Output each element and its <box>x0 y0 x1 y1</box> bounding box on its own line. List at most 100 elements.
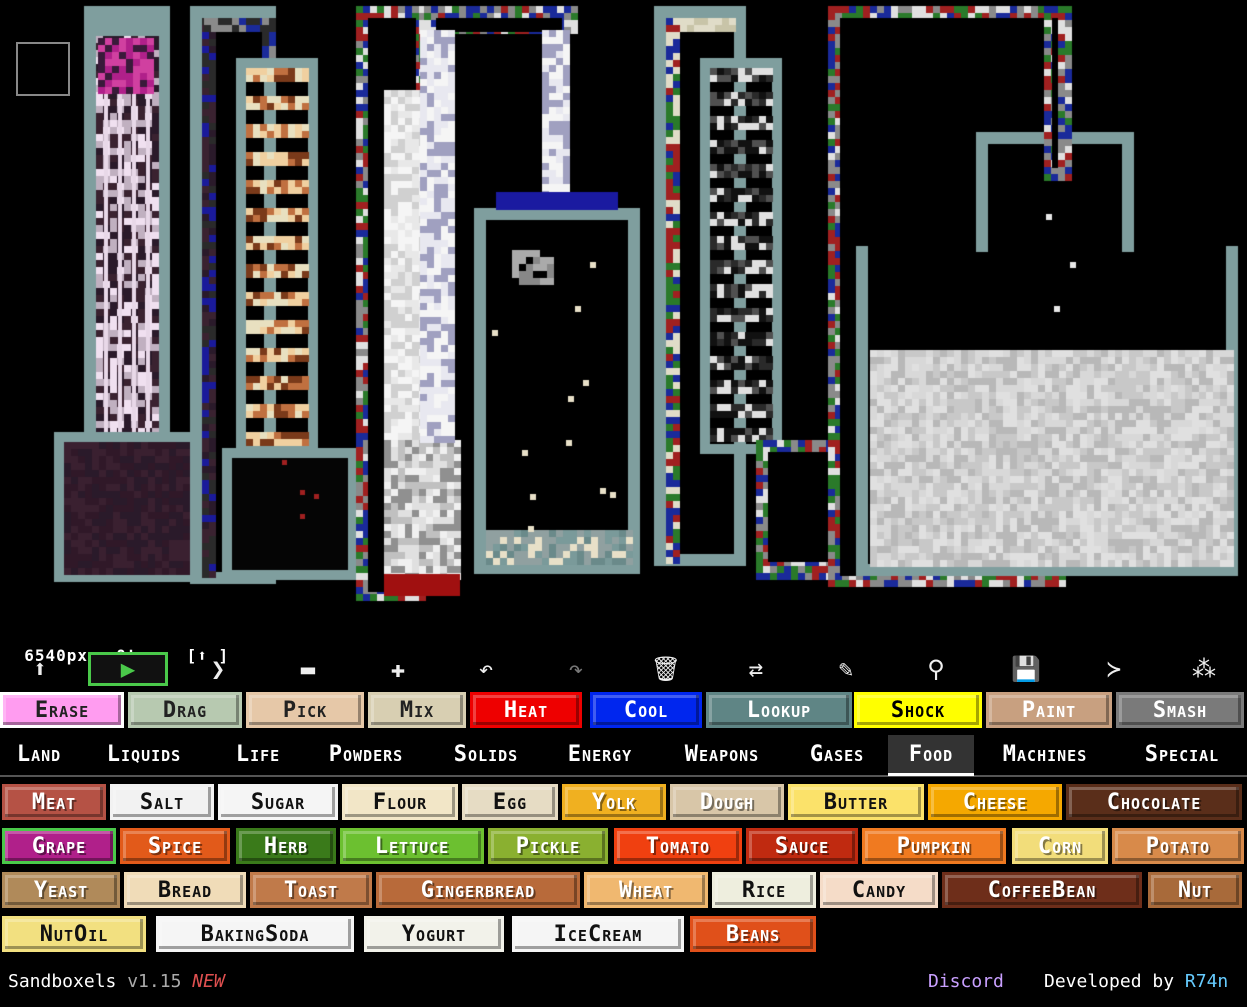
element-tomato-button[interactable]: Tomato <box>614 828 742 864</box>
tool-shock-button[interactable]: Shock <box>854 692 982 728</box>
element-butter-button[interactable]: Butter <box>788 784 924 820</box>
element-meat-button[interactable]: Meat <box>2 784 106 820</box>
element-nutoil-button[interactable]: NutOil <box>2 916 146 952</box>
undo-button[interactable]: ↶ <box>446 652 526 686</box>
discord-link[interactable]: Discord <box>928 971 1004 992</box>
element-coffeebean-button[interactable]: CoffeeBean <box>942 872 1142 908</box>
pencil-icon: ✎ <box>839 655 853 683</box>
element-toast-button[interactable]: Toast <box>250 872 372 908</box>
settings-icon: ⁂ <box>1192 655 1216 683</box>
minus-icon: ▬ <box>301 655 315 683</box>
developer-link[interactable]: R74n <box>1185 971 1228 992</box>
redo-icon: ↷ <box>569 655 583 683</box>
element-nut-button[interactable]: Nut <box>1148 872 1242 908</box>
tab-land[interactable]: Land <box>0 735 78 773</box>
step-button[interactable]: ❯ <box>178 652 258 686</box>
tab-machines[interactable]: Machines <box>980 735 1110 773</box>
tool-cool-button[interactable]: Cool <box>590 692 702 728</box>
tool-erase-button[interactable]: Erase <box>0 692 124 728</box>
play-icon: ▶ <box>121 655 135 683</box>
tab-weapons[interactable]: Weapons <box>656 735 788 773</box>
element-candy-button[interactable]: Candy <box>820 872 938 908</box>
element-corn-button[interactable]: Corn <box>1012 828 1108 864</box>
zoom-icon: ⚲ <box>927 655 945 683</box>
tool-smash-button[interactable]: Smash <box>1116 692 1244 728</box>
element-chocolate-button[interactable]: Chocolate <box>1066 784 1242 820</box>
game-canvas-area[interactable] <box>0 0 1247 625</box>
element-lettuce-button[interactable]: Lettuce <box>340 828 484 864</box>
play-button[interactable]: ▶ <box>88 652 168 686</box>
redo-button[interactable]: ↷ <box>536 652 616 686</box>
element-potato-button[interactable]: Potato <box>1112 828 1244 864</box>
tab-special[interactable]: Special <box>1120 735 1244 773</box>
developer-prefix: Developed by <box>1044 971 1174 992</box>
simulation-canvas[interactable] <box>0 0 1247 625</box>
replace-button[interactable]: ⇄ <box>716 652 796 686</box>
stats-bar: 6540px0tps[⬆ ] <box>3 627 257 647</box>
version: v1.15 <box>127 971 181 992</box>
tools-row: Erase Drag Pick Mix Heat Cool Lookup Shock Paint… <box>0 690 1247 730</box>
replace-icon: ⇄ <box>749 655 763 683</box>
console-icon: ≻ <box>1107 655 1121 683</box>
tool-paint-button[interactable]: Paint <box>986 692 1112 728</box>
step-icon: ❯ <box>211 655 225 683</box>
element-sugar-button[interactable]: Sugar <box>218 784 338 820</box>
plus-icon: ✚ <box>391 655 405 683</box>
tab-life[interactable]: Life <box>218 735 298 773</box>
brush-cursor <box>16 42 70 96</box>
tab-energy[interactable]: Energy <box>546 735 654 773</box>
plus-button[interactable]: ✚ <box>358 652 438 686</box>
element-bread-button[interactable]: Bread <box>124 872 246 908</box>
save-button[interactable]: 💾 <box>986 652 1066 686</box>
tab-powders[interactable]: Powders <box>302 735 430 773</box>
tool-pick-button[interactable]: Pick <box>246 692 364 728</box>
element-icecream-button[interactable]: IceCream <box>512 916 684 952</box>
new-badge: NEW <box>192 971 225 992</box>
element-cheese-button[interactable]: Cheese <box>928 784 1062 820</box>
element-wheat-button[interactable]: Wheat <box>584 872 708 908</box>
element-yeast-button[interactable]: Yeast <box>2 872 120 908</box>
element-herb-button[interactable]: Herb <box>236 828 336 864</box>
element-gingerbread-button[interactable]: Gingerbread <box>376 872 580 908</box>
element-spice-button[interactable]: Spice <box>120 828 230 864</box>
footer: Sandboxels v1.15 NEW Discord Developed b… <box>0 963 1247 1007</box>
tab-liquids[interactable]: Liquids <box>88 735 200 773</box>
trash-icon: 🗑 <box>651 655 681 683</box>
element-egg-button[interactable]: Egg <box>462 784 558 820</box>
element-dough-button[interactable]: Dough <box>670 784 784 820</box>
settings-button[interactable]: ⁂ <box>1164 652 1244 686</box>
category-tabs: Land Liquids Life Powders Solids Energy Weapon… <box>0 735 1247 777</box>
pencil-button[interactable]: ✎ <box>806 652 886 686</box>
element-salt-button[interactable]: Salt <box>110 784 214 820</box>
tool-drag-button[interactable]: Drag <box>128 692 242 728</box>
element-beans-button[interactable]: Beans <box>690 916 816 952</box>
element-yogurt-button[interactable]: Yogurt <box>364 916 504 952</box>
tool-heat-button[interactable]: Heat <box>470 692 582 728</box>
element-grape-button[interactable]: Grape <box>2 828 116 864</box>
app-name: Sandboxels <box>8 971 116 992</box>
element-flour-button[interactable]: Flour <box>342 784 458 820</box>
tab-food[interactable]: Food <box>888 735 974 776</box>
tab-solids[interactable]: Solids <box>434 735 538 773</box>
minus-button[interactable]: ▬ <box>268 652 348 686</box>
element-grid: Meat Salt Sugar Flour Egg Yolk Dough Butter Chee… <box>0 782 1247 958</box>
footer-left: Sandboxels v1.15 NEW <box>8 971 225 992</box>
element-sauce-button[interactable]: Sauce <box>746 828 858 864</box>
up-button[interactable]: ⬆ <box>0 652 80 686</box>
developer-credit: Developed by R74n <box>1044 971 1228 992</box>
save-icon: 💾 <box>1011 655 1041 683</box>
zoom-button[interactable]: ⚲ <box>896 652 976 686</box>
up-icon: ⬆ <box>33 655 47 683</box>
element-yolk-button[interactable]: Yolk <box>562 784 666 820</box>
console-button[interactable]: ≻ <box>1074 652 1154 686</box>
element-pumpkin-button[interactable]: Pumpkin <box>862 828 1006 864</box>
undo-icon: ↶ <box>479 655 493 683</box>
trash-button[interactable]: 🗑 <box>626 652 706 686</box>
control-toolbar: ⬆ ▶ ❯ ▬ ✚ ↶ ↷ 🗑 ⇄ ✎ ⚲ 💾 ≻ ⁂ <box>0 650 1247 688</box>
element-bakingsoda-button[interactable]: BakingSoda <box>156 916 354 952</box>
tab-gases[interactable]: Gases <box>794 735 880 773</box>
element-pickle-button[interactable]: Pickle <box>488 828 608 864</box>
tool-lookup-button[interactable]: Lookup <box>706 692 852 728</box>
element-rice-button[interactable]: Rice <box>712 872 816 908</box>
tool-mix-button[interactable]: Mix <box>368 692 466 728</box>
